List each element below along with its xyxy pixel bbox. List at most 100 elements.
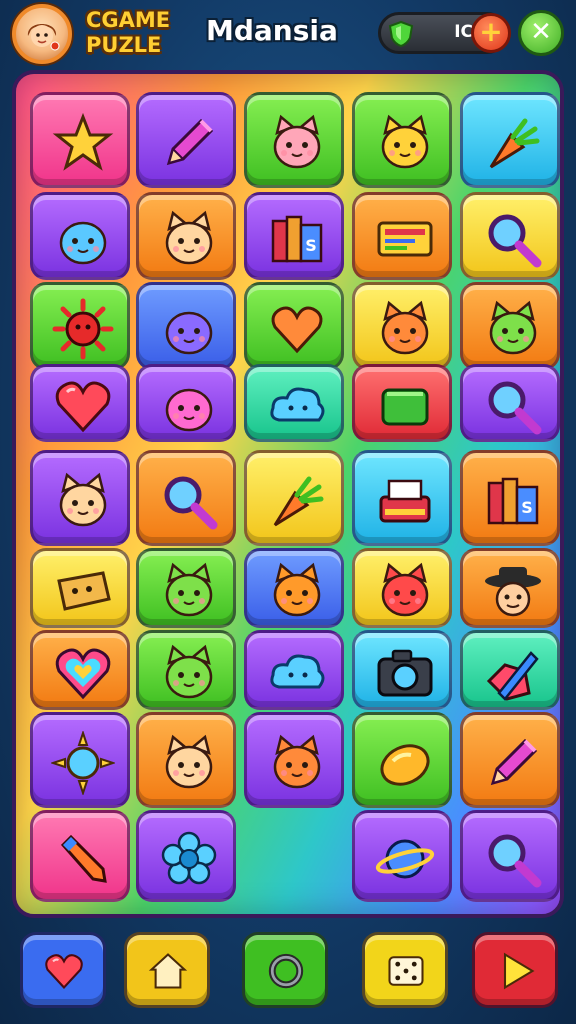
puzzle-tile[interactable] [30,712,130,808]
puzzle-tile[interactable] [136,450,236,546]
cheese-icon [57,571,111,611]
puzzle-tile[interactable] [136,282,236,370]
carrot-icon [273,476,324,527]
puzzle-tile[interactable] [460,282,560,370]
puzzle-tile[interactable] [30,192,130,280]
puzzle-tile[interactable] [460,712,560,808]
home-button[interactable] [124,932,210,1008]
heart-button[interactable] [20,932,106,1008]
bottom-toolbar [0,926,576,1024]
puzzle-tile[interactable] [352,364,452,442]
game-logo: CGAME PUZLE [86,8,186,62]
dice-button[interactable] [362,932,448,1008]
puzzle-tile[interactable] [460,630,560,710]
green-cat-icon [165,644,213,699]
dice-icon [388,956,424,986]
rainbow-heart-icon [55,648,111,700]
svg-text:S: S [521,498,533,517]
sun-icon [51,731,115,795]
logo-line-1: CGAME [86,8,171,32]
puzzle-tile[interactable] [352,450,452,546]
flower-icon [161,831,217,885]
red-cat-icon [381,562,429,617]
puzzle-tile[interactable] [244,548,344,628]
cat-face-icon [59,472,107,527]
puzzle-tile[interactable]: S [460,450,560,546]
pig-face-icon [273,114,321,169]
cat-face-icon [165,734,213,789]
green-shield-gem-icon [388,20,414,48]
puzzle-tile[interactable] [460,548,560,628]
puzzle-tile[interactable] [352,712,452,808]
blue-cloud-icon [270,654,325,689]
puzzle-tile[interactable] [244,712,344,808]
puzzle-tile[interactable] [30,450,130,546]
puzzle-tile[interactable] [352,92,452,188]
close-button[interactable]: ✕ [518,10,564,56]
pen-gem-icon [486,651,539,701]
magnifier-icon [488,214,542,268]
heart-icon [55,381,111,433]
currency-counter: IC + [378,12,511,54]
pencil-icon [166,118,214,166]
page-title: Mdansia [206,14,338,47]
crayon-icon [60,834,107,883]
puzzle-tile[interactable] [30,630,130,710]
puzzle-tile[interactable] [136,192,236,280]
puzzle-tile[interactable]: S [244,192,344,280]
blue-blob-icon [59,221,107,265]
puzzle-tile[interactable] [136,630,236,710]
ring-button[interactable] [242,932,328,1008]
books-icon: S [271,215,323,263]
play-button[interactable] [472,932,558,1008]
star-icon [52,112,114,171]
blue-cloud-icon [270,387,325,422]
magnifier-icon [488,381,542,435]
orange-fox-icon [273,562,321,617]
puzzle-tile[interactable] [352,548,452,628]
puzzle-tile[interactable] [244,450,344,546]
puzzle-tile[interactable] [460,810,560,902]
ticket-icon [377,221,433,257]
carrot-icon [489,118,540,169]
puzzle-tile[interactable] [244,630,344,710]
purple-blob-icon [165,311,213,355]
magnifier-icon [164,476,218,530]
puzzle-tile[interactable] [136,364,236,442]
puzzle-tile[interactable] [30,810,130,902]
puzzle-tile[interactable] [352,192,452,280]
puzzle-tile[interactable] [30,364,130,442]
green-cat-icon [489,300,537,355]
logo-line-2: PUZLE [86,33,162,57]
heart-icon [45,954,83,990]
orange-cat-icon [381,300,429,355]
puzzle-tile[interactable] [136,712,236,808]
ring-icon [268,953,304,989]
puzzle-tile[interactable] [136,548,236,628]
puzzle-tile[interactable] [136,92,236,188]
puzzle-tile[interactable] [30,92,130,188]
avatar[interactable] [12,4,72,64]
add-currency-button[interactable]: + [471,13,511,53]
puzzle-tile[interactable] [244,364,344,442]
puzzle-tile[interactable] [460,364,560,442]
puzzle-tile[interactable] [30,282,130,370]
girl-avatar-icon [27,24,60,51]
puzzle-tile[interactable] [460,92,560,188]
puzzle-tile[interactable] [136,810,236,902]
puzzle-tile[interactable] [244,92,344,188]
puzzle-tile[interactable] [460,192,560,280]
puzzle-tile[interactable] [244,282,344,370]
puzzle-tile[interactable] [352,810,452,902]
typewriter-icon [379,479,431,523]
play-icon [503,952,535,990]
magnifier-icon [488,834,542,888]
planet-icon [375,839,435,879]
puzzle-tile[interactable] [352,630,452,710]
top-bar: CGAME PUZLE Mdansia IC + ✕ [0,0,576,70]
puzzle-tile[interactable] [352,282,452,370]
hat-face-icon [485,567,541,617]
puzzle-board: S S [12,70,564,918]
lemon-icon [380,744,430,786]
puzzle-tile[interactable] [30,548,130,628]
